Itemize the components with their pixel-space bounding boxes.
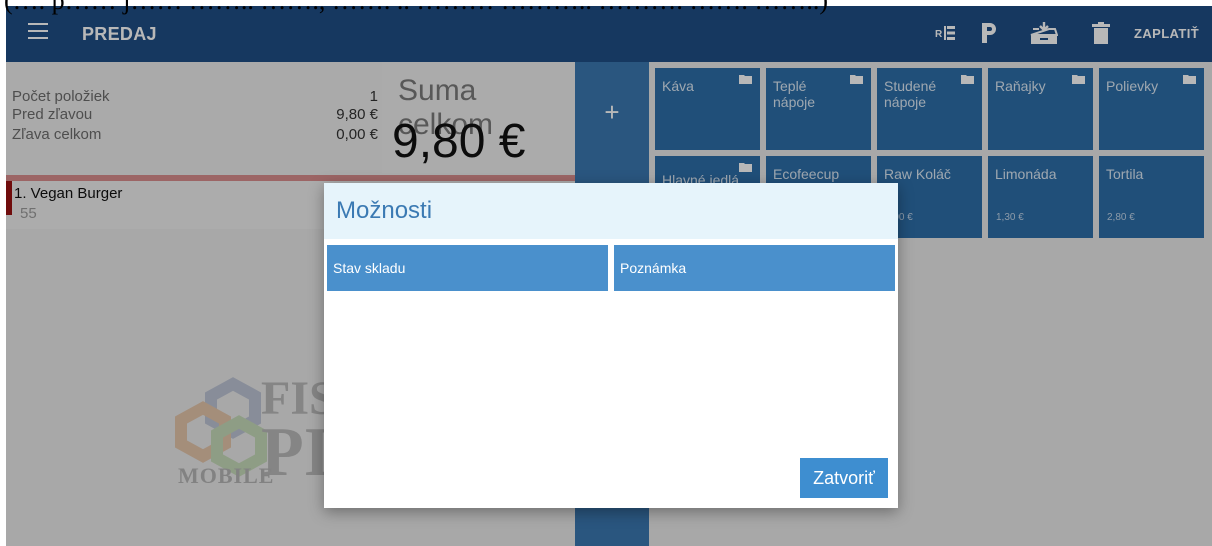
options-dialog: Možnosti Stav skladu Poznámka Zatvoriť (324, 183, 898, 508)
stock-status-button[interactable]: Stav skladu (327, 245, 608, 291)
dialog-title: Možnosti (336, 197, 433, 224)
note-button[interactable]: Poznámka (614, 245, 895, 291)
pos-app: PREDAJ R ZAPLATIŤ Počet položiek 1 Pred … (6, 6, 1212, 546)
clipped-caption-text: (…. p…… j…… …….. ……., ……. .. ……… ……….. …… (4, 0, 829, 15)
close-button[interactable]: Zatvoriť (800, 458, 888, 498)
dialog-header: Možnosti (324, 183, 898, 239)
